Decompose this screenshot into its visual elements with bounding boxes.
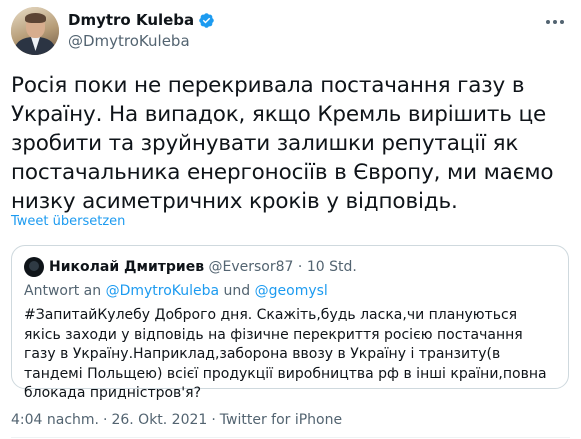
tweet-date[interactable]: 26. Okt. 2021: [111, 412, 207, 428]
quoted-author-avatar: [24, 257, 44, 277]
reply-mention-1[interactable]: @DmytroKuleba: [106, 283, 220, 299]
quoted-tweet-text: #ЗапитайКулебу Доброго дня. Скажіть,будь…: [24, 307, 547, 401]
author-handle[interactable]: @DmytroKuleba: [68, 31, 215, 51]
divider: [11, 437, 570, 438]
quoted-reply-context: Antwort an @DmytroKuleba und @geomysl: [24, 282, 328, 300]
more-options-icon[interactable]: [543, 12, 567, 32]
reply-mention-2[interactable]: @geomysl: [255, 283, 328, 299]
dot-separator: ·: [103, 412, 108, 428]
author-info: Dmytro Kuleba @DmytroKuleba: [68, 10, 215, 51]
quoted-time-ago: 10 Std.: [306, 259, 357, 275]
author-display-name[interactable]: Dmytro Kuleba: [68, 10, 194, 30]
quoted-author-handle: @Eversor87: [208, 259, 294, 275]
tweet-time[interactable]: 4:04 nachm.: [11, 412, 99, 428]
reply-prefix: Antwort an: [24, 283, 102, 299]
dot-separator: ·: [297, 259, 303, 275]
quoted-tweet-header: Николай Дмитриев @Eversor87 · 10 Std.: [49, 258, 357, 276]
translate-tweet-link[interactable]: Tweet übersetzen: [11, 214, 125, 229]
tweet-source[interactable]: Twitter for iPhone: [220, 412, 342, 428]
tweet-timestamp: 4:04 nachm. · 26. Okt. 2021 · Twitter for iP…: [11, 411, 342, 429]
tweet-text: Росія поки не перекривала постачання газ…: [11, 73, 554, 214]
quoted-tweet-card[interactable]: Николай Дмитриев @Eversor87 · 10 Std. An…: [11, 245, 569, 401]
verified-badge-icon: [198, 12, 215, 29]
quoted-author-name: Николай Дмитриев: [49, 259, 205, 275]
author-avatar[interactable]: [11, 7, 59, 55]
reply-join: und: [223, 283, 251, 299]
dot-separator: ·: [211, 412, 216, 428]
